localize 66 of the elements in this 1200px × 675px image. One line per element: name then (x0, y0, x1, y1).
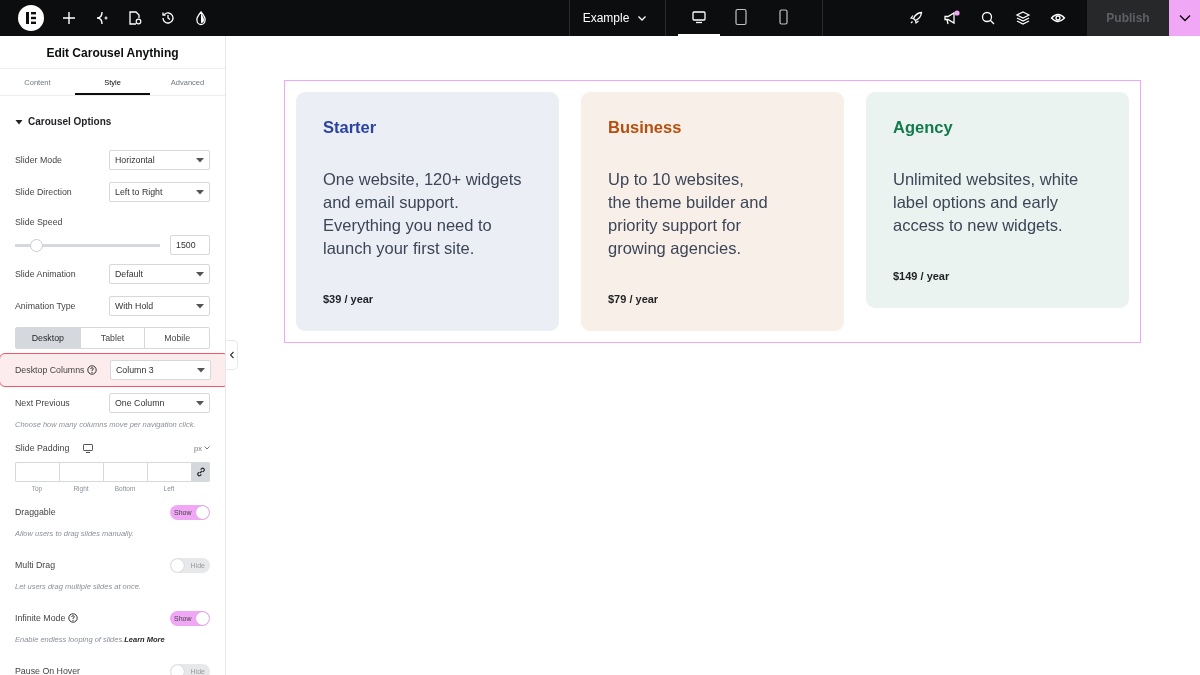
collapse-panel-button[interactable] (226, 340, 238, 370)
padding-input[interactable] (103, 462, 147, 482)
card-title: Business (608, 118, 683, 137)
control-label: Infinite Mode (15, 613, 66, 623)
card-title: Starter (323, 118, 378, 137)
sparkle-icon[interactable] (94, 10, 110, 26)
control-label: Multi Drag (15, 560, 56, 570)
logo-button[interactable] (18, 5, 44, 31)
control-label: Pause On Hover (15, 666, 81, 675)
select-field[interactable]: Column 3 (110, 360, 211, 380)
caret-icon (196, 189, 204, 195)
control-label: Draggable (15, 507, 56, 517)
price-text: $149 / year (893, 270, 951, 282)
caret-icon (196, 400, 204, 406)
caret-icon (196, 271, 204, 277)
chevron-down-icon (204, 446, 210, 450)
card-description: Up to 10 websites, the theme builder and priority support for growing agencies. (608, 169, 769, 259)
link-button[interactable] (191, 462, 210, 482)
link-icon (195, 467, 206, 477)
select-field[interactable]: With Hold (109, 296, 210, 316)
select-field[interactable]: Horizontal (109, 150, 210, 170)
device-tab[interactable]: Mobile (144, 328, 209, 348)
price-text: $39 / year (323, 293, 375, 305)
history-icon[interactable] (160, 10, 176, 26)
panel-title: Edit Carousel Anything (45, 45, 180, 62)
layers-icon[interactable] (1015, 10, 1031, 26)
monitor-icon (691, 9, 708, 25)
caret-icon (196, 303, 204, 309)
control-label: Slide Animation (15, 269, 76, 279)
caret-icon (15, 117, 23, 126)
control-label: Slider Mode (15, 155, 62, 165)
control-label: Animation Type (15, 301, 76, 311)
control-label: Slide Speed (15, 217, 63, 227)
control-label: Slide Direction (15, 187, 72, 197)
page-selector[interactable]: Example (569, 0, 667, 36)
caret-icon (197, 367, 205, 373)
section-header[interactable]: Carousel Options (15, 116, 112, 127)
padding-input[interactable] (147, 462, 191, 482)
card-description: Unlimited websites, white label options and early access to new widgets. (893, 169, 1080, 236)
chevron-down-icon (637, 13, 648, 23)
monitor-icon[interactable] (83, 443, 94, 453)
caret-icon (196, 157, 204, 163)
price-text: $79 / year (608, 293, 660, 305)
select-field[interactable]: Left to Right (109, 182, 210, 202)
card-description: One website, 120+ widgets and email support. Everything you need to launch your first site. (323, 169, 523, 259)
padding-input[interactable] (59, 462, 103, 482)
tablet-icon (733, 8, 750, 26)
help-icon[interactable] (68, 613, 79, 623)
control-label: Desktop Columns (15, 365, 85, 375)
drop-icon[interactable] (193, 10, 209, 26)
megaphone-icon[interactable] (943, 10, 961, 26)
device-tab[interactable]: Desktop (16, 328, 80, 348)
chevron-left-icon (228, 351, 235, 359)
card-title: Agency (893, 118, 954, 137)
add-icon[interactable] (61, 10, 77, 26)
control-label: Next Previous (15, 398, 70, 408)
select-field[interactable]: One Column (109, 393, 210, 413)
control-label: Slide Padding (15, 443, 70, 453)
padding-input[interactable] (15, 462, 59, 482)
page-settings-icon[interactable] (127, 10, 143, 26)
number-field[interactable]: 1500 (170, 235, 210, 255)
help-icon[interactable] (87, 365, 98, 375)
search-icon[interactable] (980, 10, 996, 26)
select-field[interactable]: Default (109, 264, 210, 284)
device-tab[interactable]: Tablet (79, 328, 145, 348)
rocket-icon[interactable] (908, 10, 924, 26)
